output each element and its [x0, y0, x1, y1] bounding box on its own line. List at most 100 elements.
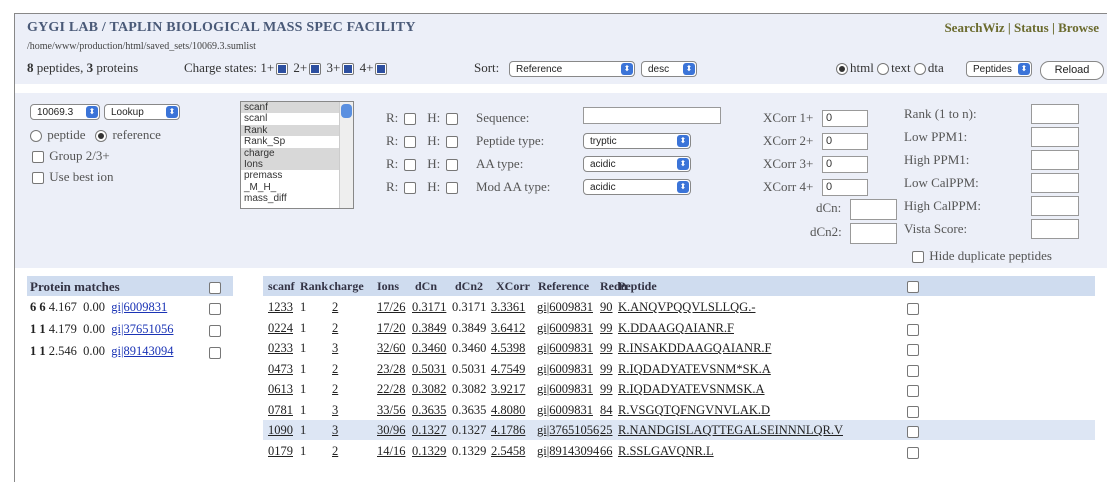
peptide-checkbox[interactable]	[907, 385, 919, 397]
peptide-select-all-checkbox[interactable]	[907, 281, 919, 293]
column-header[interactable]: Peptide	[618, 279, 657, 294]
scan-link[interactable]: 0473	[268, 362, 293, 377]
ions-link[interactable]: 30/96	[377, 423, 405, 438]
peptide-checkbox[interactable]	[907, 426, 919, 438]
dcn-input[interactable]	[850, 199, 897, 220]
dcn-value[interactable]: 0.3082	[412, 382, 446, 397]
peptide-type-select[interactable]: tryptic ⬍	[583, 133, 691, 149]
dcn-value[interactable]: 0.3171	[412, 300, 446, 315]
format-dta-radio[interactable]	[913, 63, 926, 76]
h-checkbox[interactable]	[445, 136, 458, 149]
reference-link[interactable]: gi|6009831	[537, 382, 593, 397]
filter-input[interactable]	[1031, 104, 1079, 124]
reference-link[interactable]: gi|6009831	[537, 300, 593, 315]
charge-3-checkbox[interactable]	[342, 63, 355, 76]
xcorr-value[interactable]: 3.6412	[491, 321, 525, 336]
charge-2-checkbox[interactable]	[309, 63, 322, 76]
dcn2-input[interactable]	[850, 223, 897, 244]
column-header[interactable]: XCorr	[496, 279, 530, 294]
reload-button[interactable]: Reload	[1040, 61, 1104, 80]
column-header[interactable]: dCn	[415, 279, 437, 294]
xcorr-input[interactable]: 0	[822, 179, 868, 196]
ions-link[interactable]: 32/60	[377, 341, 405, 356]
peptide-link[interactable]: R.IQDADYATEVSNMSK.A	[618, 382, 765, 397]
xcorr-value[interactable]: 2.5458	[491, 444, 525, 459]
listbox-scroll-thumb[interactable]	[341, 104, 352, 118]
xcorr-input[interactable]: 0	[822, 156, 868, 173]
charge-4-checkbox[interactable]	[375, 63, 388, 76]
column-header[interactable]: dCn2	[455, 279, 483, 294]
protein-reference-link[interactable]: gi|37651056	[111, 322, 173, 336]
listbox-scrollbar[interactable]	[339, 102, 353, 208]
reference-link[interactable]: gi|6009831	[537, 321, 593, 336]
peptide-link[interactable]: R.VSGQTQFNGVNVLAK.D	[618, 403, 770, 418]
listbox-option[interactable]: charge	[241, 147, 353, 159]
h-checkbox[interactable]	[445, 113, 458, 126]
column-header[interactable]: Rank	[300, 279, 328, 294]
format-text-radio[interactable]	[877, 63, 890, 76]
scan-link[interactable]: 1090	[268, 423, 293, 438]
redundancy-link[interactable]: 90	[600, 300, 613, 315]
nav-browse[interactable]: Browse	[1058, 20, 1099, 35]
mode-peptide-radio[interactable]	[30, 130, 42, 143]
reference-link[interactable]: gi|89143094	[537, 444, 599, 459]
listbox-option[interactable]: Rank_Sp	[241, 136, 353, 147]
xcorr-value[interactable]: 4.1786	[491, 423, 525, 438]
sort-field-select[interactable]: Reference ⬍	[509, 61, 635, 77]
nav-searchwiz[interactable]: SearchWiz	[944, 20, 1004, 35]
view-select[interactable]: Peptides ⬍	[966, 61, 1032, 77]
reference-link[interactable]: gi|37651056	[537, 423, 599, 438]
redundancy-link[interactable]: 66	[600, 444, 613, 459]
peptide-checkbox[interactable]	[907, 364, 919, 377]
charge-link[interactable]: 2	[332, 362, 338, 377]
filter-input[interactable]	[1031, 173, 1079, 193]
sequence-input[interactable]	[583, 107, 721, 124]
dcn-value[interactable]: 0.5031	[412, 362, 446, 377]
charge-1-checkbox[interactable]	[276, 63, 289, 76]
peptide-link[interactable]: K.DDAAGQAIANR.F	[618, 321, 734, 336]
dcn-value[interactable]: 0.1327	[412, 423, 446, 438]
redundancy-link[interactable]: 99	[600, 341, 613, 356]
peptide-link[interactable]: K.ANQVPQQVLSLLQG.-	[618, 300, 756, 315]
redundancy-link[interactable]: 99	[600, 362, 613, 377]
action-select[interactable]: Lookup ⬍	[104, 104, 180, 120]
dcn-value[interactable]: 0.3849	[412, 321, 446, 336]
peptide-checkbox[interactable]	[907, 446, 919, 459]
listbox-option[interactable]: premass	[241, 170, 353, 181]
scan-link[interactable]: 0179	[268, 444, 293, 459]
charge-link[interactable]: 3	[332, 423, 338, 438]
ions-link[interactable]: 22/28	[377, 382, 405, 397]
filter-input[interactable]	[1031, 219, 1079, 239]
protein-reference-link[interactable]: gi|6009831	[111, 300, 167, 314]
filter-input[interactable]	[1031, 127, 1079, 147]
charge-link[interactable]: 2	[332, 444, 338, 459]
nav-status[interactable]: Status	[1014, 20, 1049, 35]
listbox-option[interactable]: scanf	[241, 102, 353, 114]
redundancy-link[interactable]: 99	[600, 382, 613, 397]
peptide-link[interactable]: R.IQDADYATEVSNM*SK.A	[618, 362, 771, 377]
protein-checkbox[interactable]	[209, 325, 221, 337]
ions-link[interactable]: 14/16	[377, 444, 405, 459]
listbox-option[interactable]: mass_diff	[241, 193, 353, 204]
column-header[interactable]: scanf	[268, 279, 295, 294]
xcorr-input[interactable]: 0	[822, 133, 868, 150]
filter-input[interactable]	[1031, 150, 1079, 170]
reference-link[interactable]: gi|6009831	[537, 362, 593, 377]
charge-link[interactable]: 2	[332, 321, 338, 336]
xcorr-input[interactable]: 0	[822, 110, 868, 127]
charge-link[interactable]: 2	[332, 300, 338, 315]
r-checkbox[interactable]	[403, 182, 416, 195]
dcn-value[interactable]: 0.3635	[412, 403, 446, 418]
r-checkbox[interactable]	[403, 136, 416, 149]
listbox-option[interactable]: Ions	[241, 158, 353, 171]
ions-link[interactable]: 23/28	[377, 362, 405, 377]
peptide-link[interactable]: R.NANDGISLAQTTEGALSEINNNLQR.V	[618, 423, 843, 438]
xcorr-value[interactable]: 3.3361	[491, 300, 525, 315]
sort-order-select[interactable]: desc ⬍	[641, 61, 697, 77]
peptide-checkbox[interactable]	[907, 405, 919, 418]
charge-link[interactable]: 3	[332, 341, 338, 356]
xcorr-value[interactable]: 4.7549	[491, 362, 525, 377]
scan-link[interactable]: 1233	[268, 300, 293, 315]
scan-link[interactable]: 0781	[268, 403, 293, 418]
listbox-option[interactable]: scanl	[241, 113, 353, 124]
